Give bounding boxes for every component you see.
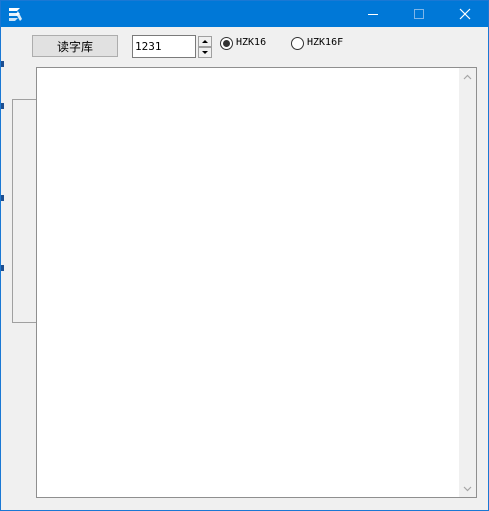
radio-hzk16f-label: HZK16F xyxy=(307,37,344,48)
scroll-down-button[interactable] xyxy=(459,480,476,497)
radio-button-unselected[interactable] xyxy=(291,36,304,50)
vertical-scrollbar[interactable] xyxy=(459,68,476,497)
close-icon xyxy=(459,8,471,20)
edge-mark xyxy=(1,103,4,109)
edge-mark xyxy=(1,195,4,201)
app-window: 读字库 HZK16 HZK16F xyxy=(0,0,489,511)
minimize-button[interactable] xyxy=(350,1,396,27)
output-textarea[interactable] xyxy=(36,67,477,498)
read-font-library-button[interactable]: 读字库 xyxy=(32,35,118,57)
spin-up-button[interactable] xyxy=(198,36,212,47)
close-button[interactable] xyxy=(442,1,488,27)
radio-hzk16f[interactable]: HZK16F xyxy=(291,36,343,50)
title-bar[interactable] xyxy=(1,1,488,27)
spin-up-icon xyxy=(202,40,208,43)
radio-button-selected[interactable] xyxy=(220,36,233,50)
left-panel xyxy=(12,99,36,323)
minimize-icon xyxy=(368,14,378,15)
scroll-up-button[interactable] xyxy=(459,68,476,85)
textarea-content[interactable] xyxy=(39,70,457,495)
radio-dot xyxy=(223,39,230,47)
maximize-icon xyxy=(414,9,424,19)
radio-hzk16-label: HZK16 xyxy=(236,37,267,48)
spin-down-icon xyxy=(202,51,208,54)
radio-hzk16[interactable]: HZK16 xyxy=(220,36,266,50)
window-edge-marks xyxy=(1,61,5,321)
number-input[interactable] xyxy=(132,35,196,58)
maximize-button[interactable] xyxy=(396,1,442,27)
edge-mark xyxy=(1,61,4,67)
app-logo-icon xyxy=(9,8,22,21)
edge-mark xyxy=(1,265,4,271)
scroll-down-icon xyxy=(463,486,472,491)
scroll-up-icon xyxy=(463,74,472,79)
spin-down-button[interactable] xyxy=(198,47,212,58)
